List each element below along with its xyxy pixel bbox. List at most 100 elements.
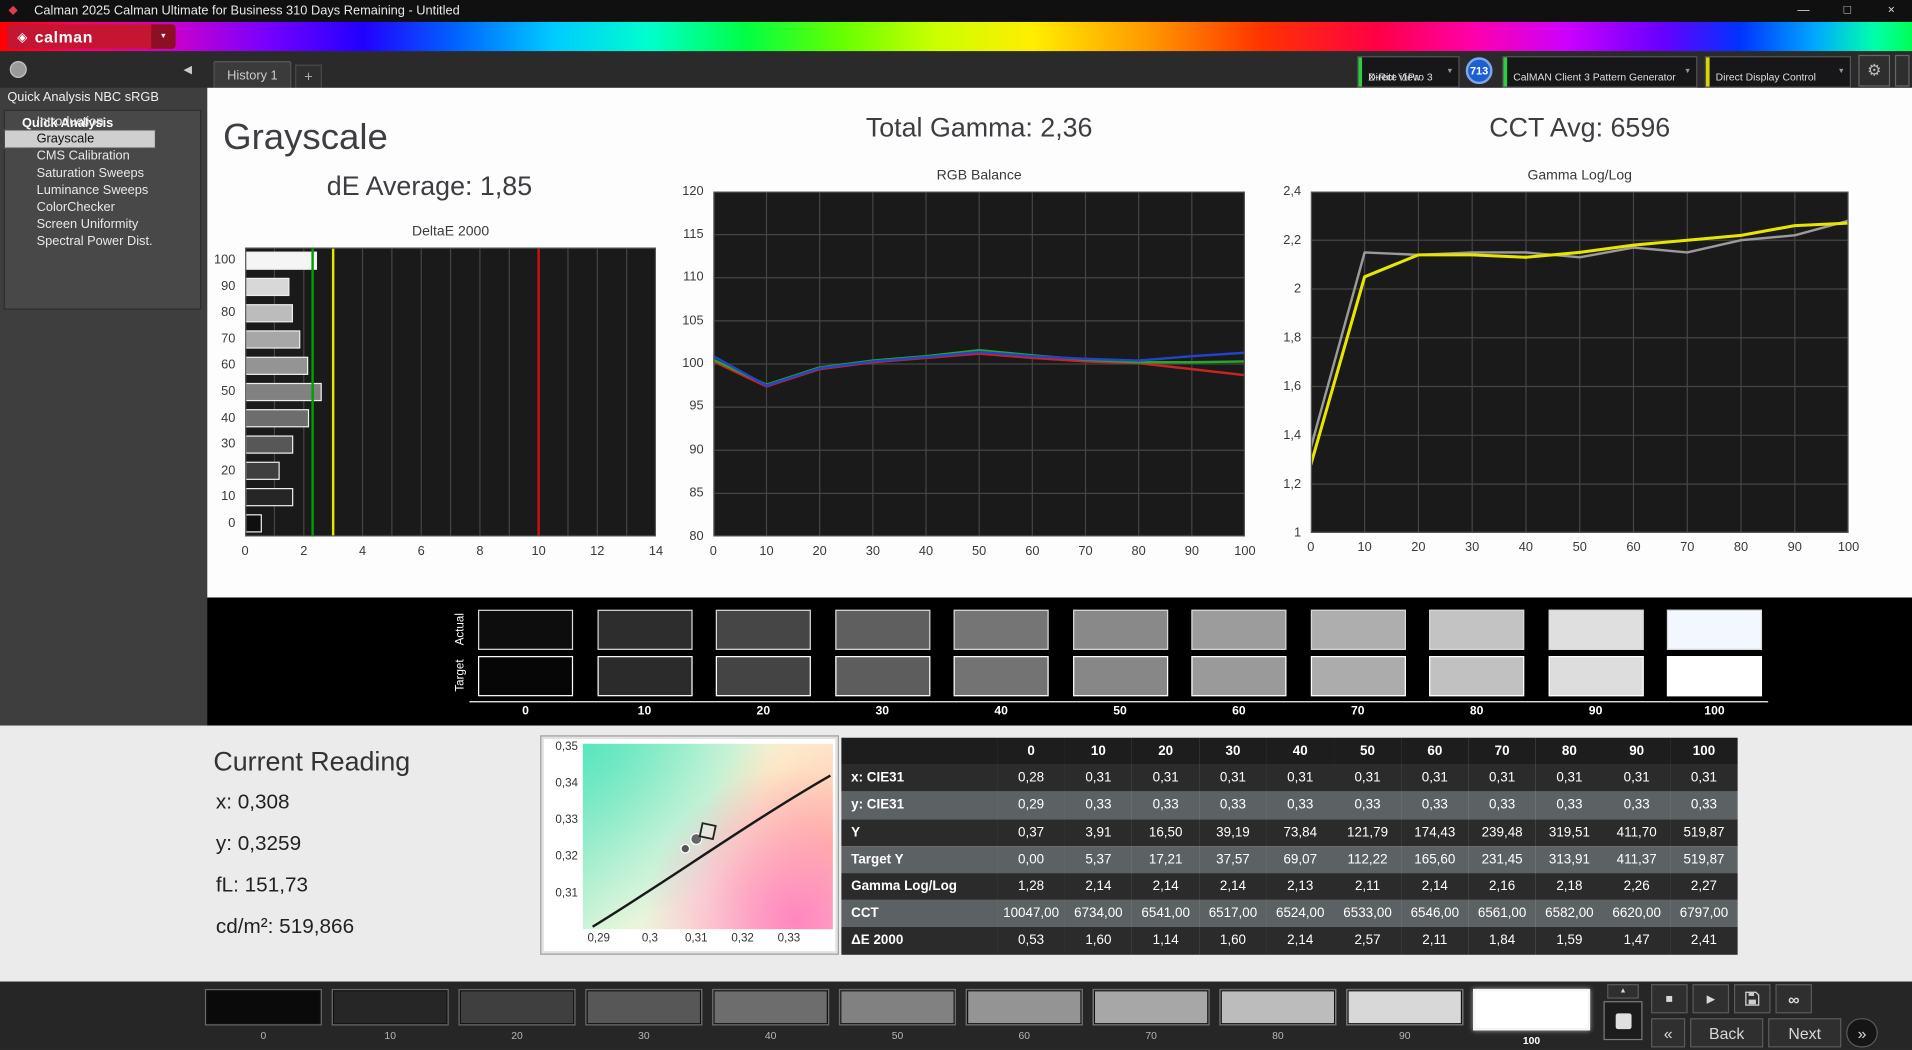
table-value: 2,14 [1267, 927, 1334, 954]
sidebar-item-grayscale[interactable]: Grayscale [5, 130, 155, 147]
cie-y-label: 0,32 [541, 850, 578, 863]
maximize-button[interactable]: □ [1827, 0, 1868, 22]
toolbar-patch-90[interactable]: 90 [1346, 989, 1463, 1045]
minimize-button[interactable]: — [1783, 0, 1824, 22]
patch-level-label: 30 [585, 1029, 702, 1041]
continuous-measure-toggle[interactable] [1603, 1001, 1642, 1040]
sidebar-item-introduction[interactable]: Introduction [5, 113, 155, 130]
patch-swatch [712, 989, 829, 1026]
table-value: 519,87 [1670, 819, 1737, 846]
table-value: 2,18 [1536, 873, 1603, 900]
table-value: 2,26 [1603, 873, 1670, 900]
cie-y-label: 0,34 [541, 777, 578, 790]
sidebar-item-colorchecker[interactable]: ColorChecker [5, 199, 155, 216]
cie-x-label: 0,3 [629, 932, 670, 945]
table-value: 37,57 [1199, 846, 1266, 873]
tick-label: 100 [1227, 544, 1264, 560]
toolbar-patch-80[interactable]: 80 [1219, 989, 1336, 1045]
strip-level-label: 70 [1310, 705, 1405, 718]
stop-button[interactable]: ■ [1651, 984, 1688, 1013]
meter-dropdown[interactable]: X-Rite i1Pro 3 Direct View ▼ [1357, 56, 1459, 88]
tick-label: 80 [195, 305, 235, 321]
tick-label: 90 [1777, 540, 1814, 556]
table-value: 0,33 [1670, 792, 1737, 819]
next-button[interactable]: Next [1768, 1018, 1841, 1047]
tick-label: 70 [1067, 544, 1104, 560]
patch-swatch [585, 989, 702, 1026]
toolbar-patch-60[interactable]: 60 [966, 989, 1083, 1045]
toolbar-patch-10[interactable]: 10 [332, 989, 449, 1045]
toolbar-patch-0[interactable]: 0 [205, 989, 322, 1045]
table-value: 121,79 [1334, 819, 1401, 846]
gear-icon: ⚙ [1867, 61, 1881, 81]
patch-level-label: 40 [712, 1029, 829, 1041]
table-value: 1,28 [997, 873, 1064, 900]
display-control-dropdown[interactable]: Direct Display Control ▼ [1705, 56, 1851, 88]
toolbar-patch-50[interactable]: 50 [839, 989, 956, 1045]
close-button[interactable]: × [1871, 0, 1912, 22]
sidebar-item-saturation-sweeps[interactable]: Saturation Sweeps [5, 165, 155, 182]
tick-label: 40 [1508, 540, 1545, 556]
tick-label: 40 [195, 410, 235, 426]
pattern-generator-dropdown[interactable]: CalMAN Client 3 Pattern Generator ▼ [1502, 56, 1697, 88]
target-patch-50 [1072, 656, 1167, 696]
play-button[interactable]: ▶ [1693, 984, 1730, 1013]
table-value: 0,31 [1267, 765, 1334, 792]
target-patch-70 [1310, 656, 1405, 696]
toolbar-patch-70[interactable]: 70 [1093, 989, 1210, 1045]
back-button[interactable]: Back [1690, 1018, 1763, 1047]
calman-menu-button[interactable]: ◈ calman ▼ [7, 24, 175, 48]
tick-label: 20 [801, 544, 838, 560]
table-row-label: ΔE 2000 [841, 927, 997, 954]
table-col-header-60: 60 [1401, 738, 1468, 765]
table-corner [841, 738, 997, 765]
tick-label: 8 [462, 544, 499, 560]
sidebar-item-screen-uniformity[interactable]: Screen Uniformity [5, 216, 155, 233]
workflow-tree: Quick Analysis IntroductionGrayscaleCMS … [4, 110, 202, 310]
cie-x-label: 0,31 [676, 932, 717, 945]
save-button[interactable] [1734, 984, 1771, 1013]
patch-swatch [1473, 989, 1590, 1030]
table-col-header-50: 50 [1334, 738, 1401, 765]
sidebar-item-luminance-sweeps[interactable]: Luminance Sweeps [5, 182, 155, 199]
tab-history-1[interactable]: History 1 [213, 61, 291, 88]
add-tab-button[interactable]: + [295, 65, 322, 88]
delta-e-chart: DeltaE 200010090807060504030201000246810… [195, 224, 683, 565]
table-value: 2,16 [1468, 873, 1535, 900]
meter-count-badge[interactable]: 713 [1466, 57, 1493, 84]
table-row-label: Target Y [841, 846, 997, 873]
last-page-button[interactable]: » [1846, 1018, 1878, 1047]
target-patch-90 [1548, 656, 1643, 696]
sidebar-item-cms-calibration[interactable]: CMS Calibration [5, 148, 155, 165]
actual-patch-70 [1310, 610, 1405, 650]
edge-panel-button[interactable] [1895, 55, 1910, 87]
sidebar-item-spectral-power-dist-[interactable]: Spectral Power Dist. [5, 233, 155, 250]
toolbar-patch-20[interactable]: 20 [458, 989, 575, 1045]
target-patch-60 [1191, 656, 1286, 696]
spinner-up-button[interactable]: ▲ [1607, 984, 1639, 999]
tick-label: 50 [195, 384, 235, 400]
tick-label: 1,8 [1262, 330, 1301, 346]
tick-label: 2 [286, 544, 323, 560]
table-value: 0,33 [1334, 792, 1401, 819]
record-circle-button[interactable] [10, 61, 27, 78]
chart-title: RGB Balance [713, 168, 1245, 183]
link-button[interactable]: ∞ [1775, 984, 1812, 1013]
cie-y-label: 0,31 [541, 886, 578, 899]
meter-mode: Direct View [1368, 72, 1420, 84]
table-value: 239,48 [1468, 819, 1535, 846]
table-row-label: Gamma Log/Log [841, 873, 997, 900]
table-value: 174,43 [1401, 819, 1468, 846]
sidebar-collapse-button[interactable]: ◀ [178, 61, 198, 79]
settings-button[interactable]: ⚙ [1858, 55, 1890, 87]
first-page-button[interactable]: « [1651, 1018, 1685, 1047]
toolbar-patch-30[interactable]: 30 [585, 989, 702, 1045]
strip-level-label: 30 [835, 705, 930, 718]
table-value: 2,13 [1267, 873, 1334, 900]
toolbar-patch-100[interactable]: 100 [1473, 989, 1590, 1045]
tick-label: 1,6 [1262, 379, 1301, 395]
current-reading-fl: fL: 151,73 [216, 873, 308, 897]
tick-label: 20 [1400, 540, 1437, 556]
table-value: 1,14 [1132, 927, 1199, 954]
toolbar-patch-40[interactable]: 40 [712, 989, 829, 1045]
